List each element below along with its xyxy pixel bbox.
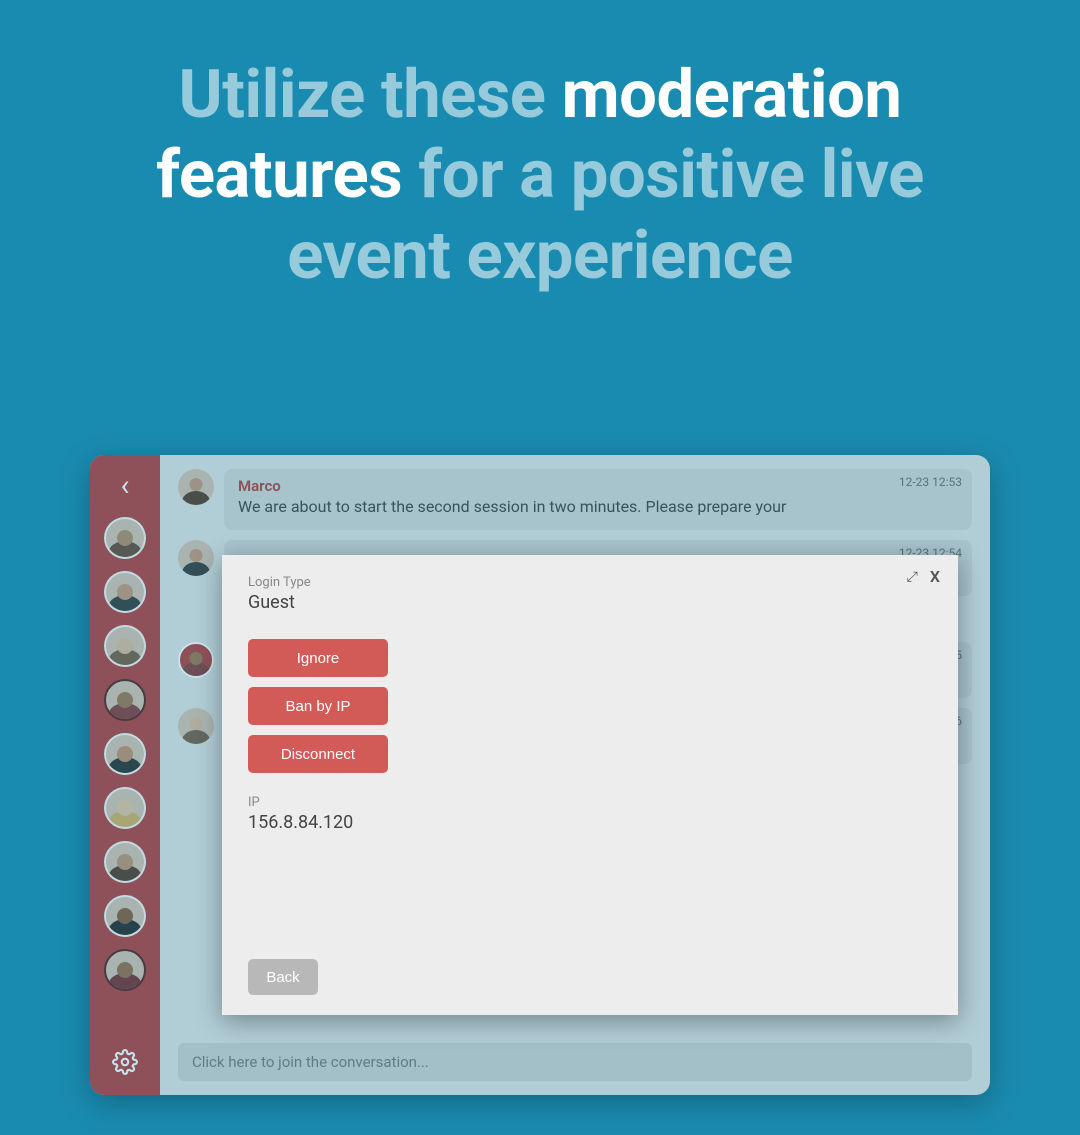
expand-icon[interactable]: ⤢ [907, 569, 916, 585]
avatar[interactable] [104, 787, 146, 829]
headline-part1: Utilize these [179, 56, 562, 134]
message-author: Marco [238, 477, 958, 495]
avatar[interactable] [104, 895, 146, 937]
input-placeholder: Click here to join the conversation... [192, 1053, 429, 1071]
ip-label: IP [248, 795, 932, 810]
login-type-label: Login Type [248, 575, 932, 590]
settings-gear-icon[interactable] [112, 1049, 138, 1079]
avatar[interactable] [104, 571, 146, 613]
chevron-left-icon: ‹ [120, 468, 129, 503]
moderation-modal: ⤢ X Login Type Guest Ignore Ban by IP Di… [222, 555, 958, 1015]
message-timestamp: 12-23 12:53 [899, 475, 962, 489]
message-bubble: Marco 12-23 12:53 We are about to start … [224, 469, 972, 530]
page-headline: Utilize these moderation features for a … [90, 55, 990, 296]
user-sidebar: ‹ [90, 455, 160, 1095]
ban-by-ip-button[interactable]: Ban by IP [248, 687, 388, 725]
avatar[interactable] [104, 517, 146, 559]
message-avatar[interactable] [178, 469, 214, 505]
back-button[interactable]: Back [248, 959, 318, 995]
avatar[interactable] [104, 625, 146, 667]
chat-message: Marco 12-23 12:53 We are about to start … [178, 469, 972, 530]
message-input[interactable]: Click here to join the conversation... [178, 1043, 972, 1081]
avatar[interactable] [104, 949, 146, 991]
avatar[interactable] [104, 679, 146, 721]
back-chevron-icon[interactable]: ‹ [105, 465, 145, 505]
login-type-value: Guest [248, 592, 932, 613]
ip-value: 156.8.84.120 [248, 812, 932, 833]
avatar[interactable] [104, 733, 146, 775]
disconnect-button[interactable]: Disconnect [248, 735, 388, 773]
ignore-button[interactable]: Ignore [248, 639, 388, 677]
message-avatar[interactable] [178, 642, 214, 678]
message-avatar[interactable] [178, 540, 214, 576]
close-icon[interactable]: X [930, 567, 940, 586]
message-avatar[interactable] [178, 708, 214, 744]
avatar[interactable] [104, 841, 146, 883]
moderation-actions: Ignore Ban by IP Disconnect [248, 639, 932, 773]
message-body: We are about to start the second session… [238, 497, 958, 516]
